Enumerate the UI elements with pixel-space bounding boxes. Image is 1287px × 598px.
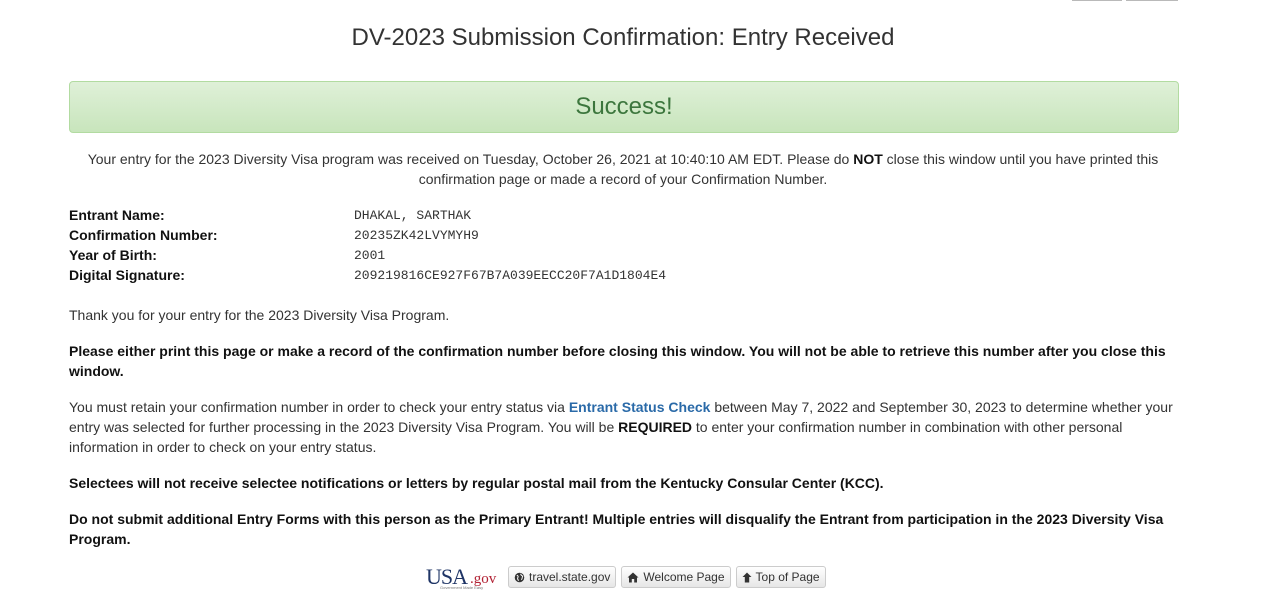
entrant-name-label: Entrant Name: <box>69 207 165 223</box>
intro-message: Your entry for the 2023 Diversity Visa p… <box>69 149 1177 189</box>
retain-text-start: You must retain your confirmation number… <box>69 399 569 415</box>
digital-signature-row: Digital Signature: 209219816CE927F67B7A0… <box>69 265 666 285</box>
usa-gov-logo-tagline: Government Made Easy <box>440 585 484 590</box>
home-icon <box>627 572 639 583</box>
success-alert: Success! <box>69 81 1179 133</box>
year-of-birth-row: Year of Birth: 2001 <box>69 245 666 265</box>
globe-icon <box>514 572 525 583</box>
confirmation-number-label: Confirmation Number: <box>69 227 218 243</box>
footer-bar: USA .gov Government Made Easy travel.sta… <box>426 564 831 590</box>
retain-emphasis-required: REQUIRED <box>618 419 693 435</box>
intro-emphasis-not: NOT <box>853 151 883 167</box>
welcome-page-button[interactable]: Welcome Page <box>621 566 731 588</box>
digital-signature-value: 209219816CE927F67B7A039EECC20F7A1D1804E4 <box>354 267 667 283</box>
entry-details: Entrant Name: DHAKAL, SARTHAK Confirmati… <box>69 205 666 285</box>
confirmation-number-value: 20235ZK42LVYMYH9 <box>354 227 479 243</box>
entrant-name-row: Entrant Name: DHAKAL, SARTHAK <box>69 205 666 225</box>
top-toolbar-edge-left <box>1072 0 1122 1</box>
confirmation-number-row: Confirmation Number: 20235ZK42LVYMYH9 <box>69 225 666 245</box>
selectees-notice: Selectees will not receive selectee noti… <box>69 475 884 491</box>
page-title: DV-2023 Submission Confirmation: Entry R… <box>351 24 895 51</box>
top-of-page-label: Top of Page <box>755 570 820 584</box>
intro-text-start: Your entry for the 2023 Diversity Visa p… <box>87 151 854 167</box>
year-of-birth-value: 2001 <box>354 247 386 263</box>
travel-state-gov-button[interactable]: travel.state.gov <box>508 566 617 588</box>
retain-notice: You must retain your confirmation number… <box>69 397 1177 457</box>
success-alert-text: Success! <box>575 93 673 120</box>
year-of-birth-label: Year of Birth: <box>69 247 157 263</box>
arrow-up-icon <box>742 572 752 583</box>
digital-signature-label: Digital Signature: <box>69 267 185 283</box>
top-of-page-button[interactable]: Top of Page <box>735 566 826 588</box>
entrant-name-value: DHAKAL, SARTHAK <box>354 207 472 223</box>
top-toolbar-edge-right <box>1126 0 1178 1</box>
thank-you-text: Thank you for your entry for the 2023 Di… <box>69 307 450 323</box>
entrant-status-check-link[interactable]: Entrant Status Check <box>569 399 711 415</box>
usa-gov-logo[interactable]: USA .gov Government Made Easy <box>426 564 502 590</box>
welcome-page-label: Welcome Page <box>643 570 725 584</box>
print-notice: Please either print this page or make a … <box>69 343 1166 379</box>
duplicate-entry-warning: Do not submit additional Entry Forms wit… <box>69 511 1164 547</box>
travel-state-gov-label: travel.state.gov <box>529 570 611 584</box>
